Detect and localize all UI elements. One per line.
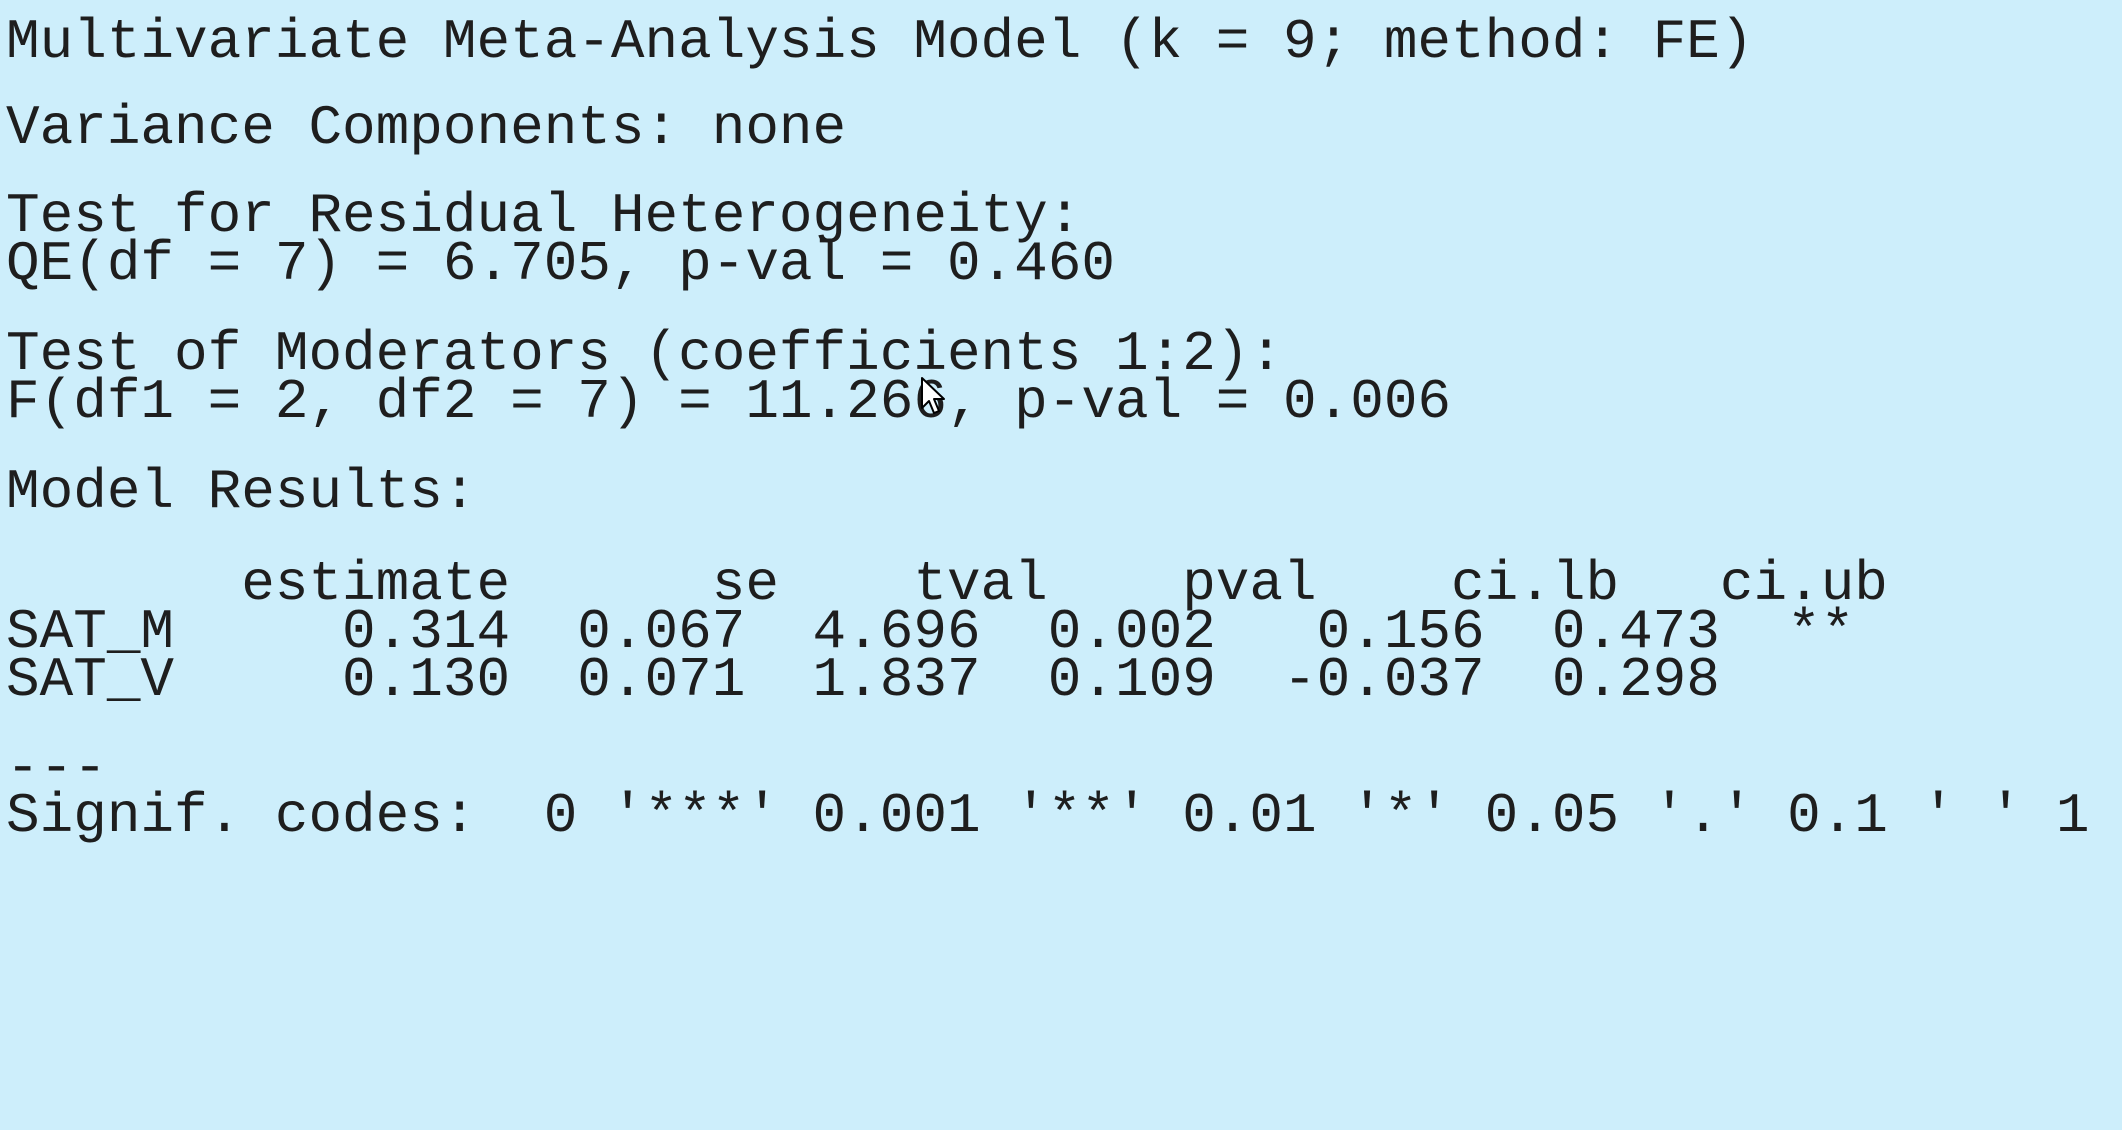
r-console-output: Multivariate Meta-Analysis Model (k = 9;… [0, 0, 2122, 1130]
mouse-pointer-icon [921, 377, 945, 414]
variance-components-line: Variance Components: none [6, 96, 847, 160]
moderators-value-line: F(df1 = 2, df2 = 7) = 11.266, p-val = 0.… [6, 370, 1452, 434]
model-results-heading: Model Results: [6, 460, 477, 524]
results-table-row: SAT_V 0.130 0.071 1.837 0.109 -0.037 0.2… [6, 648, 1855, 712]
signif-codes-line: Signif. codes: 0 '***' 0.001 '**' 0.01 '… [6, 784, 2090, 848]
heterogeneity-value-line: QE(df = 7) = 6.705, p-val = 0.460 [6, 232, 1115, 296]
model-title-line: Multivariate Meta-Analysis Model (k = 9;… [6, 10, 1754, 74]
